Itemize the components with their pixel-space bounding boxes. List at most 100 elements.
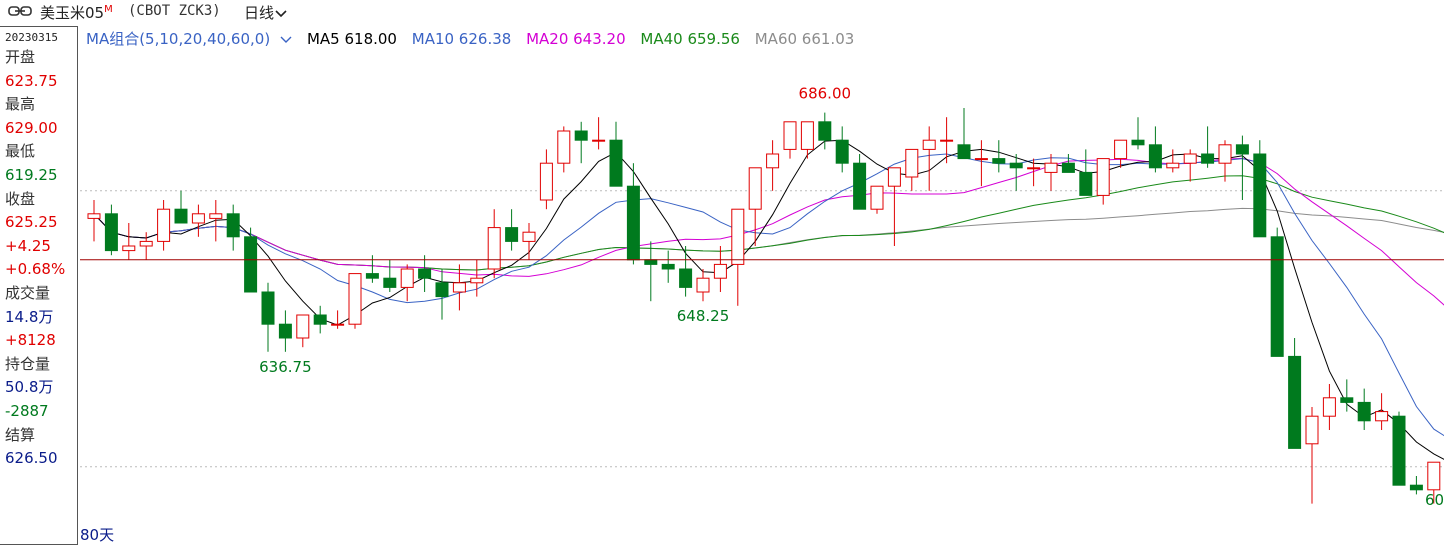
candle-body — [191, 213, 205, 224]
candlestick-chart[interactable]: 686.00 636.75 648.25 606.75 — [80, 22, 1444, 549]
candle-body — [539, 162, 553, 201]
open-value: 623.75 — [5, 71, 58, 90]
candle-body — [122, 245, 136, 252]
candle-body — [348, 273, 362, 325]
candle-body — [1061, 162, 1075, 173]
candle-body — [383, 277, 397, 288]
ma10-line — [93, 153, 1444, 437]
ma10-legend: MA10 626.38 — [411, 30, 512, 48]
candle-body — [574, 130, 588, 141]
candle-body — [1201, 153, 1215, 164]
day-count: 80天 — [80, 526, 115, 544]
candle-body — [783, 121, 797, 150]
candle-body — [748, 167, 762, 210]
candle-body — [104, 213, 118, 252]
candle-body — [957, 144, 971, 160]
candle-body — [661, 263, 675, 270]
candle-body — [609, 139, 623, 187]
candle-body — [1131, 139, 1145, 146]
period-dropdown[interactable]: 日线 — [244, 2, 288, 23]
candle-body — [853, 162, 867, 210]
candle-body — [365, 273, 379, 279]
candle-body — [905, 148, 919, 178]
candle-body — [1218, 144, 1232, 164]
volume-change-value: +8128 — [5, 331, 56, 350]
candle-body — [1166, 162, 1180, 169]
candle-body — [87, 213, 101, 219]
title-bar: 美玉米05M (CBOT ZCK3) 日线 — [0, 0, 1444, 22]
candle-body — [209, 213, 223, 219]
candle-body — [313, 314, 327, 325]
candle-body — [1148, 144, 1162, 169]
candle-body — [818, 121, 832, 141]
chevron-down-icon — [275, 9, 287, 17]
oi-label: 持仓量 — [5, 354, 51, 373]
candle-body — [1392, 415, 1406, 486]
candle-body — [1288, 355, 1302, 449]
close-value: 625.25 — [5, 213, 58, 232]
ma20-legend: MA20 643.20 — [526, 30, 626, 48]
candle-body — [331, 323, 345, 326]
close-label: 收盘 — [5, 189, 36, 208]
candle-body — [278, 323, 292, 339]
candle-body — [940, 139, 954, 142]
quote-date: 20230315 — [5, 31, 58, 44]
candle-body — [261, 291, 275, 325]
settle-label: 结算 — [5, 425, 36, 444]
candle-body — [1079, 171, 1093, 196]
candle-body — [835, 139, 849, 164]
high-label: 最高 — [5, 95, 36, 114]
candle-body — [696, 277, 710, 293]
candle-body — [1322, 397, 1336, 417]
candle-body — [1235, 144, 1249, 155]
candle-body — [800, 121, 814, 150]
instrument-title: 美玉米05M — [40, 4, 113, 22]
ma-legend: MA组合(5,10,20,40,60,0) MA5 618.00 MA10 62… — [86, 28, 864, 49]
candle-body — [470, 277, 484, 284]
candle-body — [1409, 484, 1423, 491]
quote-panel: 20230315 开盘 623.75 最高 629.00 最低 619.25 收… — [0, 26, 78, 545]
candle-body — [244, 236, 258, 293]
candle-body — [1357, 401, 1371, 422]
change-value: +4.25 — [5, 236, 51, 255]
candle-body — [226, 213, 240, 238]
low-label: 最低 — [5, 142, 36, 161]
candle-body — [626, 185, 640, 261]
ma-combo-selector[interactable]: MA组合(5,10,20,40,60,0) — [86, 30, 292, 48]
candle-body — [992, 158, 1006, 164]
candle-body — [557, 130, 571, 164]
change-pct-value: +0.68% — [5, 260, 66, 279]
period-label: 日线 — [244, 4, 275, 22]
candle-body — [400, 268, 414, 288]
candle-body — [1427, 461, 1441, 491]
open-label: 开盘 — [5, 48, 36, 66]
price-annotation: 686.00 — [799, 85, 852, 103]
ma20-line — [93, 157, 1444, 306]
candle-body — [452, 282, 466, 293]
candle-body — [157, 208, 171, 242]
link-icon[interactable] — [8, 4, 32, 18]
candle-body — [1114, 139, 1128, 160]
settle-value: 626.50 — [5, 449, 58, 468]
candle-body — [418, 268, 432, 279]
candle-body — [1253, 153, 1267, 238]
candle-body — [487, 227, 501, 270]
candle-body — [1375, 411, 1389, 422]
candle-body — [435, 282, 449, 298]
price-annotation: 636.75 — [259, 358, 312, 376]
title-badge: M — [104, 4, 113, 15]
ma40-line — [93, 175, 1444, 271]
oi-change-value: -2887 — [5, 401, 49, 420]
candle-body — [174, 208, 188, 224]
candle-body — [1183, 153, 1197, 164]
candle-body — [766, 153, 780, 169]
candle-body — [296, 314, 310, 339]
volume-value: 14.8万 — [5, 307, 54, 326]
price-annotation: 606.75 — [1425, 491, 1444, 509]
candle-body — [870, 185, 884, 210]
candle-body — [922, 139, 936, 150]
candle-body — [522, 231, 536, 242]
ma40-legend: MA40 659.56 — [640, 30, 740, 48]
candle-body — [974, 158, 988, 161]
candle-body — [1044, 162, 1058, 173]
